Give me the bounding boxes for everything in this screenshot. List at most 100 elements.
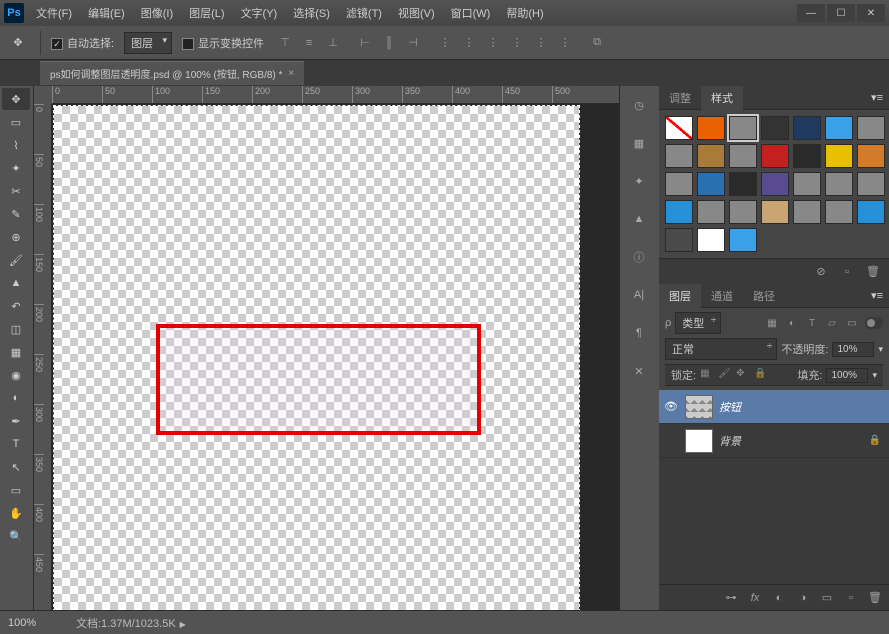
distribute-2-icon[interactable]: ⋮ — [458, 32, 480, 54]
para-dock-icon[interactable]: ¶ — [624, 320, 654, 346]
style-swatch[interactable] — [793, 200, 821, 224]
wand-tool[interactable]: ✦ — [2, 157, 30, 179]
align-right-icon[interactable]: ⊣ — [402, 32, 424, 54]
style-swatch[interactable] — [825, 172, 853, 196]
ruler-horizontal[interactable]: 0 50 100 150 200 250 300 350 400 450 500 — [52, 86, 619, 104]
style-swatch[interactable] — [697, 172, 725, 196]
layer-row[interactable]: 👁 按钮 — [659, 390, 889, 424]
paths-tab[interactable]: 路径 — [743, 284, 785, 308]
align-bottom-icon[interactable]: ⊥ — [322, 32, 344, 54]
eyedropper-tool[interactable]: ✎ — [2, 203, 30, 225]
style-swatch[interactable] — [697, 116, 725, 140]
distribute-4-icon[interactable]: ⋮ — [506, 32, 528, 54]
style-swatch[interactable] — [729, 228, 757, 252]
menu-window[interactable]: 窗口(W) — [447, 3, 495, 23]
style-swatch[interactable] — [793, 116, 821, 140]
healing-tool[interactable]: ⊕ — [2, 226, 30, 248]
color-dock-icon[interactable]: ▦ — [624, 130, 654, 156]
panel-menu-icon[interactable]: ▾≡ — [865, 91, 889, 104]
layer-thumbnail[interactable] — [685, 395, 713, 419]
doc-info[interactable]: 文档:1.37M/1023.5K▶ — [76, 615, 186, 631]
lock-position-icon[interactable]: ✥ — [736, 368, 750, 382]
menu-select[interactable]: 选择(S) — [289, 3, 334, 23]
style-swatch[interactable] — [857, 172, 885, 196]
distribute-6-icon[interactable]: ⋮ — [554, 32, 576, 54]
layers-tab[interactable]: 图层 — [659, 284, 701, 308]
delete-layer-icon[interactable]: 🗑 — [865, 589, 885, 607]
visibility-toggle-icon[interactable] — [663, 433, 679, 449]
style-swatch[interactable] — [825, 116, 853, 140]
layer-thumbnail[interactable] — [685, 429, 713, 453]
auto-select-checkbox[interactable]: 自动选择: — [51, 35, 114, 51]
clear-style-icon[interactable]: ⊘ — [811, 263, 831, 281]
info-dock-icon[interactable]: ⓘ — [624, 244, 654, 270]
style-swatch[interactable] — [761, 172, 789, 196]
opacity-input[interactable] — [832, 342, 874, 357]
align-top-icon[interactable]: ⊤ — [274, 32, 296, 54]
brush-tool[interactable]: 🖌 — [2, 249, 30, 271]
style-swatch[interactable] — [665, 228, 693, 252]
link-layers-icon[interactable]: ⊶ — [721, 589, 741, 607]
filter-pixel-icon[interactable]: ▦ — [763, 315, 781, 331]
tools-dock-icon[interactable]: ✕ — [624, 358, 654, 384]
move-tool[interactable]: ✥ — [2, 88, 30, 110]
style-swatch[interactable] — [761, 116, 789, 140]
menu-file[interactable]: 文件(F) — [32, 3, 76, 23]
filter-type-icon[interactable]: T — [803, 315, 821, 331]
lock-pixels-icon[interactable]: 🖌 — [718, 368, 732, 382]
menu-help[interactable]: 帮助(H) — [502, 3, 547, 23]
filter-toggle[interactable] — [865, 317, 883, 329]
layers-panel-menu-icon[interactable]: ▾≡ — [865, 289, 889, 302]
style-swatch[interactable] — [729, 172, 757, 196]
layer-name[interactable]: 背景 — [719, 433, 863, 449]
group-icon[interactable]: ▭ — [817, 589, 837, 607]
history-dock-icon[interactable]: ◷ — [624, 92, 654, 118]
menu-layer[interactable]: 图层(L) — [185, 3, 228, 23]
new-style-icon[interactable]: ▫ — [837, 263, 857, 281]
style-swatch[interactable] — [857, 116, 885, 140]
close-button[interactable]: ✕ — [857, 4, 885, 22]
menu-edit[interactable]: 编辑(E) — [84, 3, 129, 23]
lasso-tool[interactable]: ⌇ — [2, 134, 30, 156]
crop-tool[interactable]: ✂ — [2, 180, 30, 202]
pen-tool[interactable]: ✒ — [2, 410, 30, 432]
visibility-toggle-icon[interactable]: 👁 — [663, 399, 679, 415]
distribute-3-icon[interactable]: ⋮ — [482, 32, 504, 54]
styles-tab[interactable]: 样式 — [701, 86, 743, 110]
align-vcenter-icon[interactable]: ≡ — [298, 32, 320, 54]
blend-mode-dropdown[interactable]: 正常 — [665, 338, 777, 360]
blur-tool[interactable]: ◉ — [2, 364, 30, 386]
type-tool[interactable]: T — [2, 433, 30, 455]
shape-tool[interactable]: ▭ — [2, 479, 30, 501]
history-brush-tool[interactable]: ↶ — [2, 295, 30, 317]
zoom-tool[interactable]: 🔍 — [2, 525, 30, 547]
document-tab[interactable]: ps如何调整图层透明度.psd @ 100% (按钮, RGB/8) * × — [40, 61, 304, 85]
menu-image[interactable]: 图像(I) — [137, 3, 177, 23]
layer-row[interactable]: 背景🔒 — [659, 424, 889, 458]
style-swatch[interactable] — [793, 172, 821, 196]
layer-name[interactable]: 按钮 — [719, 399, 885, 415]
stamp-tool[interactable]: ▲ — [2, 272, 30, 294]
style-swatch[interactable] — [665, 116, 693, 140]
char-dock-icon[interactable]: A| — [624, 282, 654, 308]
lock-transparent-icon[interactable]: ▦ — [700, 368, 714, 382]
style-swatch[interactable] — [665, 200, 693, 224]
align-hcenter-icon[interactable]: ║ — [378, 32, 400, 54]
gradient-tool[interactable]: ▦ — [2, 341, 30, 363]
layer-filter-dropdown[interactable]: 类型 — [675, 312, 721, 334]
style-swatch[interactable] — [857, 144, 885, 168]
adjustments-tab[interactable]: 调整 — [659, 86, 701, 110]
minimize-button[interactable]: — — [797, 4, 825, 22]
filter-adjust-icon[interactable]: ◐ — [783, 315, 801, 331]
mask-icon[interactable]: ◐ — [769, 589, 789, 607]
channels-tab[interactable]: 通道 — [701, 284, 743, 308]
menu-filter[interactable]: 滤镜(T) — [342, 3, 386, 23]
menu-type[interactable]: 文字(Y) — [237, 3, 282, 23]
dodge-tool[interactable]: ◐ — [2, 387, 30, 409]
style-swatch[interactable] — [697, 144, 725, 168]
style-swatch[interactable] — [857, 200, 885, 224]
style-swatch[interactable] — [793, 144, 821, 168]
close-tab-icon[interactable]: × — [288, 68, 294, 79]
style-swatch[interactable] — [825, 200, 853, 224]
marquee-tool[interactable]: ▭ — [2, 111, 30, 133]
